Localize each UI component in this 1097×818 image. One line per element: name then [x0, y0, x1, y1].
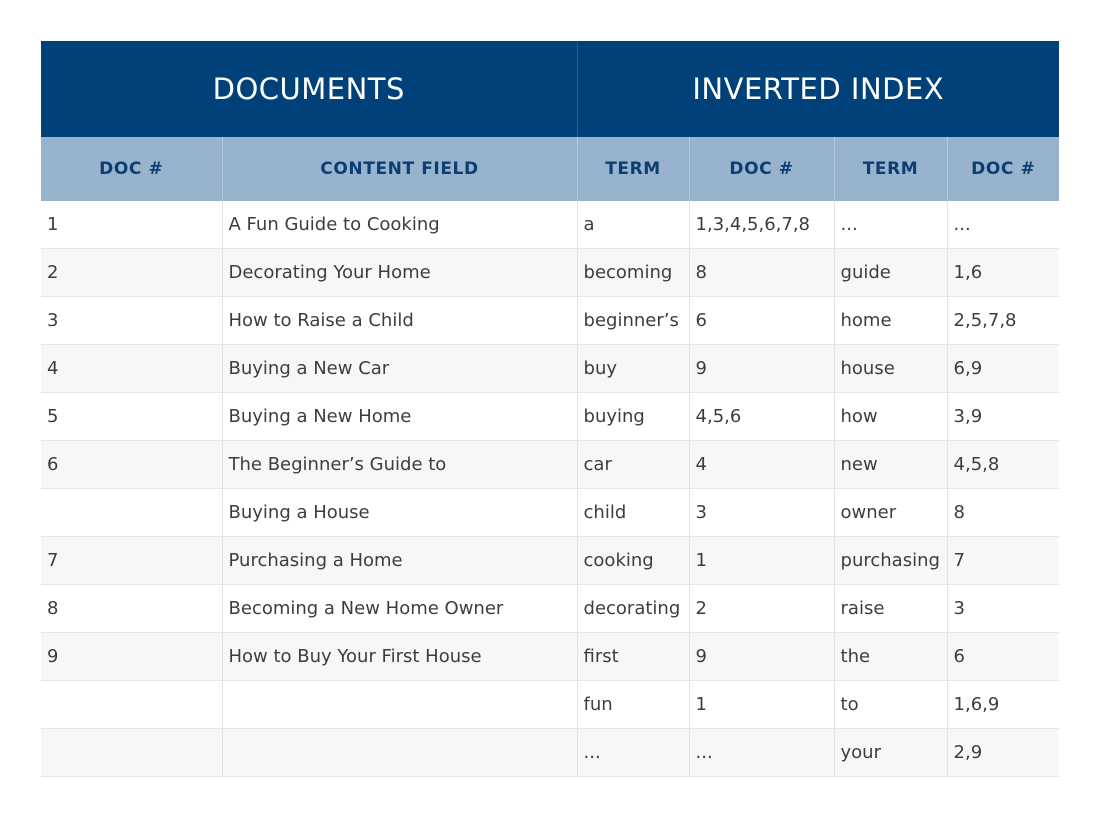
content-field-cell: Buying a New Car	[221, 344, 578, 393]
term-cell: first	[576, 632, 690, 681]
doc-number-cell: 9	[41, 632, 222, 681]
col-header-term-doc-number: DOC #	[688, 137, 835, 201]
doc-number-cell: 4	[41, 344, 222, 393]
term-docs-cell: ...	[688, 728, 835, 777]
term-docs-cell: 8	[688, 248, 835, 297]
group-header-row: DOCUMENTS INVERTED INDEX	[41, 41, 1060, 137]
term-docs-cell: 1	[688, 536, 835, 585]
documents-index-table-wrapper: DOCUMENTS INVERTED INDEX DOC # CONTENT F…	[41, 41, 1060, 777]
table-row: fun 1 to 1,6,9	[41, 680, 1060, 729]
col-header-term-2-doc-number: DOC #	[946, 137, 1060, 201]
term-2-cell: owner	[833, 488, 948, 537]
term-2-cell: the	[833, 632, 948, 681]
table-row: 6 The Beginner’s Guide to car 4 new 4,5,8	[41, 440, 1060, 489]
column-header-row: DOC # CONTENT FIELD TERM DOC # TERM DOC …	[41, 137, 1060, 201]
term-2-docs-cell: 6,9	[946, 344, 1060, 393]
term-2-cell: home	[833, 296, 948, 345]
term-cell: child	[576, 488, 690, 537]
term-docs-cell: 6	[688, 296, 835, 345]
term-2-docs-cell: 1,6	[946, 248, 1060, 297]
content-field-cell: How to Raise a Child	[221, 296, 578, 345]
term-2-cell: purchasing	[833, 536, 948, 585]
term-cell: a	[576, 201, 690, 249]
content-field-cell: Becoming a New Home Owner	[221, 584, 578, 633]
term-2-docs-cell: 2,5,7,8	[946, 296, 1060, 345]
inverted-index-header: INVERTED INDEX	[576, 41, 1060, 137]
term-2-docs-cell: ...	[946, 201, 1060, 249]
term-cell: buying	[576, 392, 690, 441]
term-docs-cell: 1	[688, 680, 835, 729]
term-cell: buy	[576, 344, 690, 393]
doc-number-cell: 3	[41, 296, 222, 345]
content-field-cell: How to Buy Your First House	[221, 632, 578, 681]
col-header-content-field: CONTENT FIELD	[221, 137, 578, 201]
term-2-docs-cell: 3	[946, 584, 1060, 633]
term-2-cell: to	[833, 680, 948, 729]
doc-number-cell	[41, 488, 222, 537]
content-field-cell: The Beginner’s Guide to	[221, 440, 578, 489]
content-field-cell: Decorating Your Home	[221, 248, 578, 297]
table-body: 1A Fun Guide to Cooking a 1,3,4,5,6,7,8...…	[41, 201, 1060, 777]
term-2-docs-cell: 7	[946, 536, 1060, 585]
term-2-cell: guide	[833, 248, 948, 297]
term-docs-cell: 9	[688, 344, 835, 393]
content-field-cell: A Fun Guide to Cooking	[221, 201, 578, 249]
term-2-docs-cell: 6	[946, 632, 1060, 681]
term-cell: becoming	[576, 248, 690, 297]
term-2-docs-cell: 8	[946, 488, 1060, 537]
doc-number-cell: 8	[41, 584, 222, 633]
term-2-cell: raise	[833, 584, 948, 633]
term-docs-cell: 4	[688, 440, 835, 489]
doc-number-cell	[41, 680, 222, 729]
content-field-cell: Buying a New Home	[221, 392, 578, 441]
table-row: 8 Becoming a New Home Owner decorating 2 rai…	[41, 584, 1060, 633]
term-cell: cooking	[576, 536, 690, 585]
documents-header: DOCUMENTS	[41, 41, 578, 137]
doc-number-cell: 2	[41, 248, 222, 297]
term-2-cell: new	[833, 440, 948, 489]
table-row: Buying a House child 3 owner 8	[41, 488, 1060, 537]
term-2-cell: ...	[833, 201, 948, 249]
term-2-docs-cell: 2,9	[946, 728, 1060, 777]
col-header-term-2: TERM	[833, 137, 948, 201]
table-row: 1A Fun Guide to Cooking a 1,3,4,5,6,7,8...…	[41, 201, 1060, 249]
term-docs-cell: 1,3,4,5,6,7,8	[688, 201, 835, 249]
doc-number-cell: 7	[41, 536, 222, 585]
term-docs-cell: 4,5,6	[688, 392, 835, 441]
term-docs-cell: 9	[688, 632, 835, 681]
term-2-docs-cell: 3,9	[946, 392, 1060, 441]
term-2-cell: house	[833, 344, 948, 393]
term-2-cell: your	[833, 728, 948, 777]
col-header-doc-number: DOC #	[41, 137, 222, 201]
doc-number-cell: 5	[41, 392, 222, 441]
table-row: 9 How to Buy Your First House first 9 the 6	[41, 632, 1060, 681]
col-header-term: TERM	[576, 137, 690, 201]
table-row: 3 How to Raise a Child beginner’s 6 home 2,5,…	[41, 296, 1060, 345]
term-cell: fun	[576, 680, 690, 729]
content-field-cell	[221, 680, 578, 729]
table-row: 2 Decorating Your Home becoming 8 guide 1,6	[41, 248, 1060, 297]
term-docs-cell: 2	[688, 584, 835, 633]
inverted-index-table: DOCUMENTS INVERTED INDEX DOC # CONTENT F…	[41, 41, 1060, 777]
term-2-cell: how	[833, 392, 948, 441]
table-row: 7 Purchasing a Home cooking 1 purchasing 7	[41, 536, 1060, 585]
term-cell: decorating	[576, 584, 690, 633]
content-field-cell: Purchasing a Home	[221, 536, 578, 585]
term-2-docs-cell: 4,5,8	[946, 440, 1060, 489]
doc-number-cell: 1	[41, 201, 222, 249]
doc-number-cell: 6	[41, 440, 222, 489]
doc-number-cell	[41, 728, 222, 777]
term-cell: ...	[576, 728, 690, 777]
term-cell: car	[576, 440, 690, 489]
table-row: 4 Buying a New Car buy 9 house 6,9	[41, 344, 1060, 393]
term-docs-cell: 3	[688, 488, 835, 537]
table-row: ...... your 2,9	[41, 728, 1060, 777]
content-field-cell	[221, 728, 578, 777]
table-row: 5 Buying a New Home buying 4,5,6 how 3,9	[41, 392, 1060, 441]
term-cell: beginner’s	[576, 296, 690, 345]
term-2-docs-cell: 1,6,9	[946, 680, 1060, 729]
content-field-cell: Buying a House	[221, 488, 578, 537]
